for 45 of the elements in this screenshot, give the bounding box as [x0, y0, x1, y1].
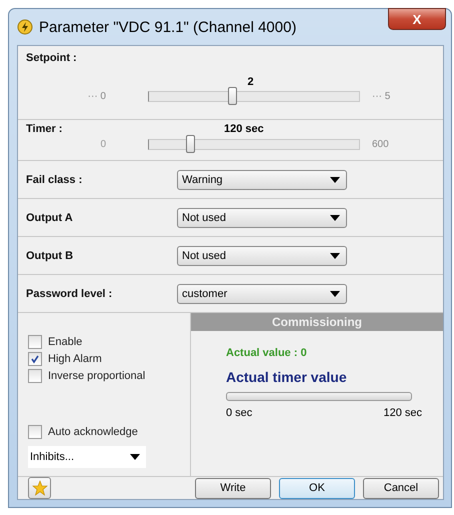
- checkbox[interactable]: [28, 352, 42, 366]
- setpoint-value: 2: [247, 76, 254, 88]
- caret-icon: [330, 252, 340, 258]
- dropdown[interactable]: Not used: [177, 208, 347, 228]
- window-title: Parameter "VDC 91.1" (Channel 4000): [39, 18, 296, 36]
- slider-min: 0: [99, 139, 106, 150]
- checkbox[interactable]: [28, 368, 42, 382]
- field-label: Fail class :: [26, 174, 84, 186]
- dialog-button[interactable]: Cancel: [363, 478, 439, 498]
- slider-min: ··· 0: [86, 91, 106, 102]
- dialog-button[interactable]: OK: [279, 478, 355, 498]
- caret-icon: [130, 454, 140, 460]
- caret-icon: [330, 176, 340, 182]
- favorite-button[interactable]: [28, 477, 51, 499]
- section-header: Commissioning: [191, 313, 443, 331]
- dropdown[interactable]: customer: [177, 284, 347, 304]
- field-label: Output B: [26, 250, 74, 262]
- timer-value: 120 sec: [223, 123, 264, 135]
- dropdown[interactable]: Warning: [177, 170, 347, 190]
- checkbox-label: Inverse proportional: [48, 370, 146, 382]
- actual-value: Actual value : 0: [226, 347, 308, 359]
- slider-thumb[interactable]: [186, 135, 195, 153]
- checkbox-label: High Alarm: [48, 352, 102, 364]
- inhibits-dropdown[interactable]: Inhibits...: [28, 446, 146, 468]
- field-label: Password level :: [26, 288, 114, 300]
- checkbox[interactable]: [28, 424, 42, 438]
- dialog-button[interactable]: Write: [195, 478, 271, 498]
- timer-heading: Actual timer value: [226, 369, 348, 385]
- progress-min: 0 sec: [226, 407, 252, 419]
- slider-thumb[interactable]: [228, 87, 237, 105]
- slider-max: ··· 5: [372, 91, 392, 102]
- setpoint-label: Setpoint :: [26, 52, 77, 64]
- dropdown[interactable]: Not used: [177, 246, 347, 266]
- slider-max: 600: [372, 139, 390, 150]
- star-icon: [32, 480, 48, 496]
- checkbox-label: Enable: [48, 336, 82, 348]
- timer-label: Timer :: [26, 123, 64, 135]
- caret-icon: [330, 290, 340, 296]
- lightning-icon: [17, 19, 33, 35]
- progress-max: 120 sec: [383, 407, 422, 419]
- checkbox-label: Auto acknowledge: [48, 426, 138, 438]
- checkbox[interactable]: [28, 334, 42, 348]
- close-button[interactable]: X: [388, 8, 446, 30]
- caret-icon: [330, 214, 340, 220]
- field-label: Output A: [26, 212, 74, 224]
